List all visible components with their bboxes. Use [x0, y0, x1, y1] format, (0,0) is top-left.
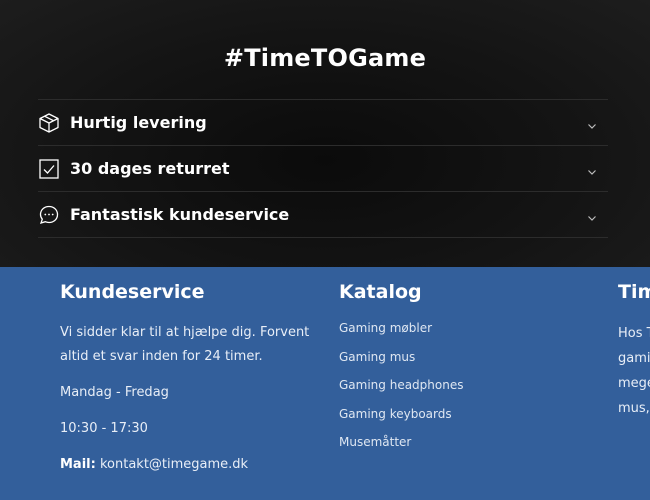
- chat-bubble-icon: [38, 204, 60, 226]
- box-icon: [38, 112, 60, 134]
- footer-link[interactable]: Gaming møbler: [339, 321, 559, 335]
- footer-column-service: Kundeservice Vi sidder klar til at hjælp…: [60, 281, 310, 477]
- chevron-down-icon[interactable]: [586, 163, 598, 175]
- checkbox-icon: [38, 158, 60, 180]
- footer-column-catalog: Katalog Gaming møbler Gaming mus Gaming …: [339, 281, 559, 464]
- footer-heading: Katalog: [339, 281, 422, 303]
- usp-section: #TimeTOGame Hurtig levering 30 dages ret…: [0, 0, 650, 267]
- chevron-down-icon[interactable]: [586, 117, 598, 129]
- footer-column-about: Tim Hos T gami mege mus,: [618, 281, 650, 421]
- about-line: mus,: [618, 401, 650, 416]
- opening-hours: 10:30 - 17:30: [60, 421, 148, 436]
- about-line: mege: [618, 376, 650, 391]
- service-description: Vi sidder klar til at hjælpe dig. Forven…: [60, 325, 310, 364]
- site-footer: Kundeservice Vi sidder klar til at hjælp…: [0, 267, 650, 500]
- usp-accordion: Hurtig levering 30 dages returret Fantas…: [38, 99, 608, 238]
- accordion-label: Hurtig levering: [70, 113, 207, 132]
- accordion-item-support[interactable]: Fantastisk kundeservice: [38, 192, 608, 238]
- chevron-down-icon[interactable]: [586, 209, 598, 221]
- accordion-item-delivery[interactable]: Hurtig levering: [38, 100, 608, 146]
- opening-days: Mandag - Fredag: [60, 385, 169, 400]
- accordion-label: 30 dages returret: [70, 159, 230, 178]
- mail-link[interactable]: kontakt@timegame.dk: [100, 457, 248, 472]
- contact-mail: Mail: kontakt@timegame.dk: [60, 453, 310, 477]
- about-line: Hos T: [618, 326, 650, 341]
- mail-label: Mail:: [60, 457, 96, 472]
- section-headline: #TimeTOGame: [223, 44, 427, 72]
- catalog-links: Gaming møbler Gaming mus Gaming headphon…: [339, 321, 559, 449]
- footer-link[interactable]: Gaming mus: [339, 350, 559, 364]
- footer-link[interactable]: Musemåtter: [339, 435, 559, 449]
- footer-link[interactable]: Gaming keyboards: [339, 407, 559, 421]
- footer-link[interactable]: Gaming headphones: [339, 378, 559, 392]
- accordion-item-returns[interactable]: 30 dages returret: [38, 146, 608, 192]
- footer-heading: Kundeservice: [60, 281, 205, 303]
- about-line: gami: [618, 351, 650, 366]
- accordion-label: Fantastisk kundeservice: [70, 205, 290, 224]
- footer-heading: Tim: [618, 281, 650, 303]
